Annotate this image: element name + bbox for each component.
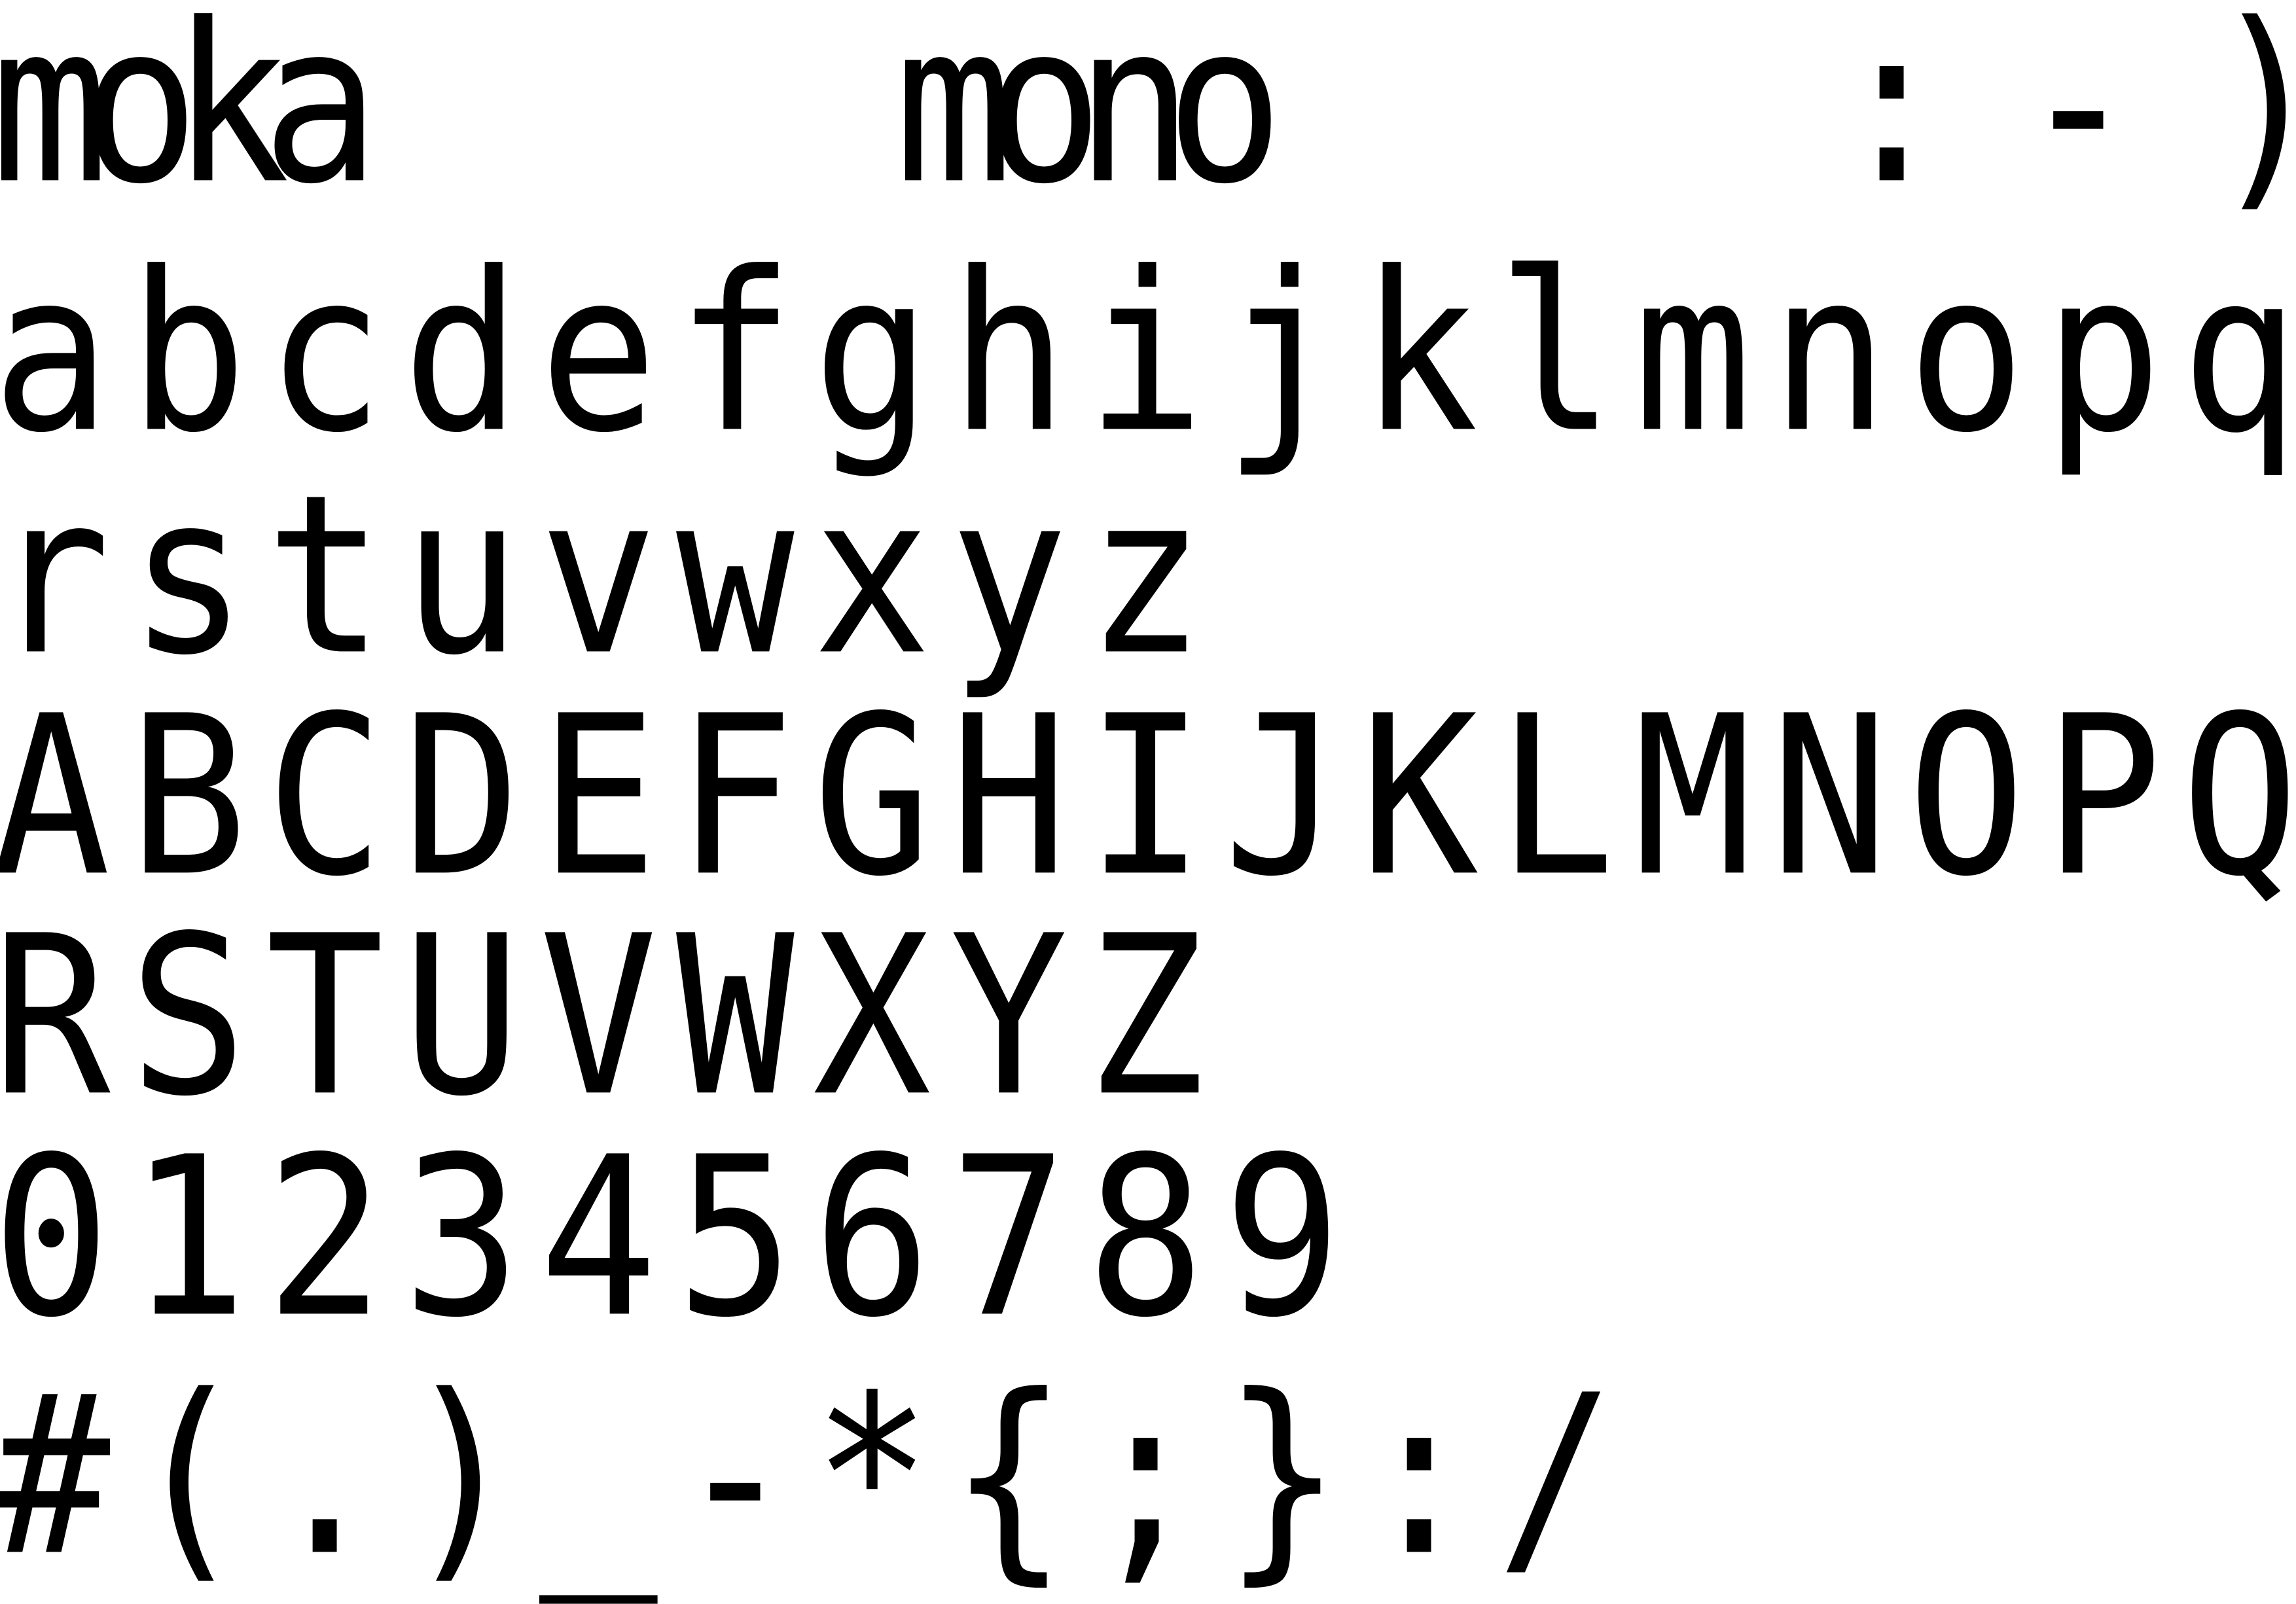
- glyph: n: [1770, 225, 1889, 481]
- glyph: K: [1360, 669, 1479, 925]
- glyph: Z: [1086, 889, 1205, 1145]
- glyph: 4: [539, 1110, 658, 1366]
- glyph: D: [403, 669, 521, 925]
- glyph: E: [539, 669, 658, 925]
- specimen-line-title: m o k a m o n o : - ): [0, 0, 2296, 229]
- glyph: L: [1497, 669, 1615, 925]
- glyph: .: [266, 1348, 384, 1604]
- glyph: 7: [950, 1110, 1068, 1366]
- glyph: -: [2019, 0, 2138, 232]
- glyph: p: [2044, 225, 2162, 481]
- glyph: G: [813, 669, 931, 925]
- specimen-line-uppercase-1: A B C D E F G H I J K L M N O P Q: [0, 672, 2296, 921]
- specimen-line-punctuation: # ( . ) _ - * { ; } : /: [0, 1351, 2296, 1601]
- glyph: (: [129, 1348, 247, 1604]
- glyph: q: [2181, 225, 2296, 481]
- glyph: I: [1086, 669, 1205, 925]
- glyph: w: [676, 448, 795, 704]
- glyph: {: [950, 1348, 1068, 1604]
- glyph: :: [1833, 0, 1951, 232]
- glyph: o: [1907, 225, 2026, 481]
- glyph: v: [539, 448, 658, 704]
- glyph: c: [266, 225, 384, 481]
- glyph: a: [262, 0, 380, 232]
- specimen-line-uppercase-2: R S T U V W X Y Z: [0, 892, 2296, 1141]
- glyph: ): [403, 1348, 521, 1604]
- glyph: T: [266, 889, 384, 1145]
- glyph: F: [676, 669, 795, 925]
- glyph: #: [0, 1348, 111, 1604]
- glyph: /: [1497, 1348, 1615, 1604]
- glyph: 8: [1086, 1110, 1205, 1366]
- glyph: x: [813, 448, 931, 704]
- glyph: M: [1634, 669, 1752, 925]
- glyph: 5: [676, 1110, 795, 1366]
- glyph: i: [1086, 225, 1205, 481]
- glyph: u: [403, 448, 521, 704]
- glyph: t: [266, 448, 384, 704]
- glyph: -: [676, 1348, 795, 1604]
- glyph: P: [2044, 669, 2162, 925]
- glyph: k: [1360, 225, 1479, 481]
- glyph: }: [1223, 1348, 1342, 1604]
- glyph: *: [813, 1348, 931, 1604]
- glyph: Q: [2181, 669, 2296, 925]
- glyph: h: [950, 225, 1068, 481]
- glyph: 2: [266, 1110, 384, 1366]
- glyph: J: [1223, 669, 1342, 925]
- glyph: r: [0, 448, 111, 704]
- glyph: o: [1166, 0, 1284, 232]
- glyph: b: [129, 225, 247, 481]
- glyph: H: [950, 669, 1068, 925]
- glyph: N: [1770, 669, 1889, 925]
- glyph: m: [1634, 225, 1752, 481]
- glyph: R: [0, 889, 111, 1145]
- glyph: e: [539, 225, 658, 481]
- glyph: y: [950, 448, 1068, 704]
- glyph: W: [676, 889, 795, 1145]
- glyph: z: [1086, 448, 1205, 704]
- font-specimen: m o k a m o n o : - ) a b c d e f g h i …: [0, 0, 2296, 1601]
- glyph: 3: [403, 1110, 521, 1366]
- glyph: U: [403, 889, 521, 1145]
- glyph: j: [1223, 225, 1342, 481]
- glyph: 0: [0, 1110, 111, 1366]
- glyph: s: [129, 448, 247, 704]
- glyph: 9: [1223, 1110, 1342, 1366]
- glyph: O: [1907, 669, 2026, 925]
- glyph: ;: [1086, 1348, 1205, 1604]
- glyph: ): [2208, 0, 2296, 229]
- glyph: f: [676, 225, 795, 481]
- glyph: g: [813, 225, 931, 481]
- glyph: A: [0, 669, 111, 925]
- specimen-line-lowercase-1: a b c d e f g h i j k l m n o p q: [0, 228, 2296, 478]
- glyph: d: [403, 225, 521, 481]
- glyph: S: [129, 889, 247, 1145]
- glyph: a: [0, 225, 111, 481]
- glyph: 1: [129, 1110, 247, 1366]
- glyph: l: [1497, 225, 1615, 481]
- glyph: V: [539, 889, 658, 1145]
- glyph: X: [813, 889, 931, 1145]
- glyph: B: [129, 669, 247, 925]
- specimen-line-figures: 0 1 2 3 4 5 6 7 8 9: [0, 1113, 2296, 1363]
- glyph: Y: [950, 889, 1068, 1145]
- glyph: C: [266, 669, 384, 925]
- glyph: 6: [813, 1110, 931, 1366]
- glyph: :: [1360, 1348, 1479, 1604]
- glyph: _: [539, 1348, 658, 1604]
- specimen-line-lowercase-2: r s t u v w x y z: [0, 451, 2296, 700]
